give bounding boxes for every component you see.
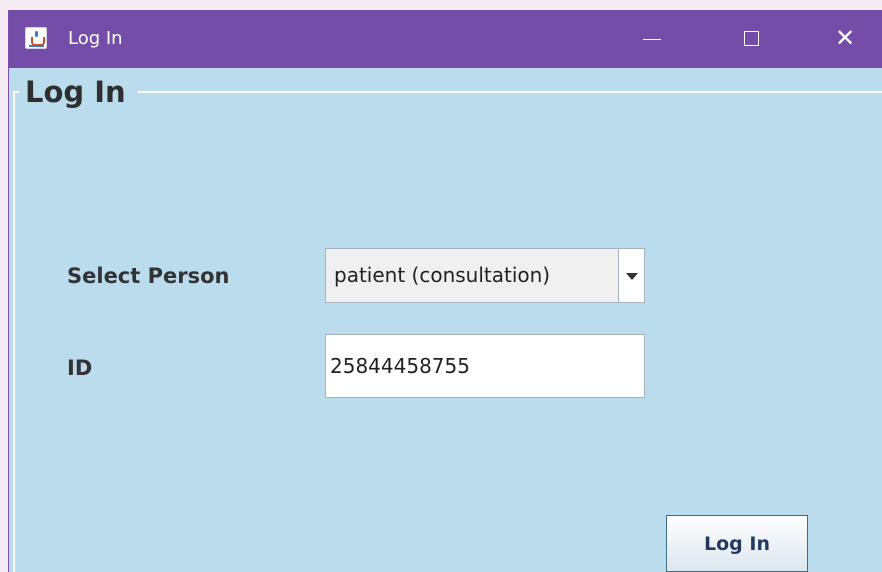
id-input[interactable] (325, 334, 645, 398)
login-group-border (13, 91, 882, 572)
window-title: Log In (68, 28, 123, 49)
login-button[interactable]: Log In (666, 515, 808, 572)
chevron-down-icon (626, 273, 638, 280)
id-label: ID (67, 356, 93, 380)
group-title: Log In (19, 74, 138, 110)
person-select[interactable]: patient (consultation) (325, 248, 645, 303)
minimize-icon (643, 39, 661, 40)
maximize-button[interactable] (717, 10, 787, 68)
minimize-button[interactable] (615, 10, 685, 68)
login-window: Log In ✕ Log In Select Person patient (c… (8, 10, 882, 572)
person-select-arrow-button[interactable] (618, 249, 644, 302)
maximize-icon (744, 31, 759, 46)
title-bar[interactable]: Log In ✕ (9, 10, 882, 68)
java-cup-icon (25, 27, 47, 49)
select-person-label: Select Person (67, 264, 230, 288)
person-select-value: patient (consultation) (334, 263, 551, 287)
close-icon: ✕ (835, 24, 856, 52)
close-button[interactable]: ✕ (813, 10, 882, 68)
